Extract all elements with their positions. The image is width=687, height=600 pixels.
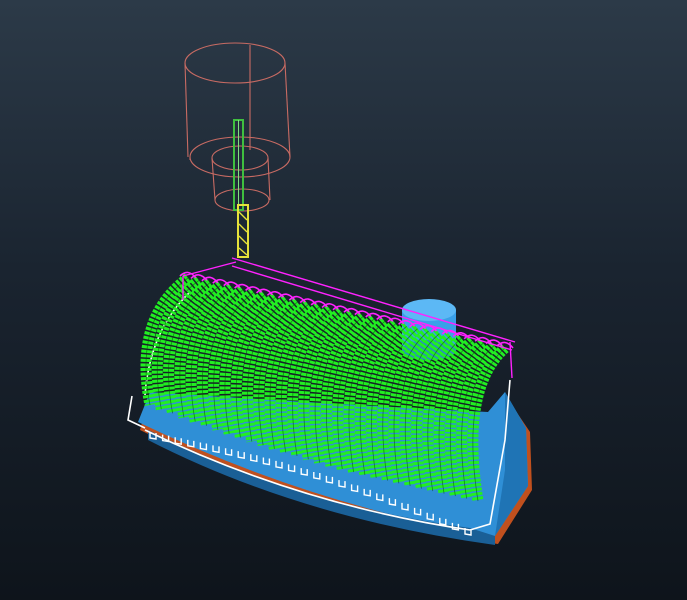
tool-holder-wireframe: [184, 42, 291, 212]
cam-3d-viewport[interactable]: [0, 0, 687, 600]
tool-shank: [233, 119, 244, 211]
cutter-flute: [237, 204, 249, 258]
machining-simulation-scene: [127, 42, 532, 545]
